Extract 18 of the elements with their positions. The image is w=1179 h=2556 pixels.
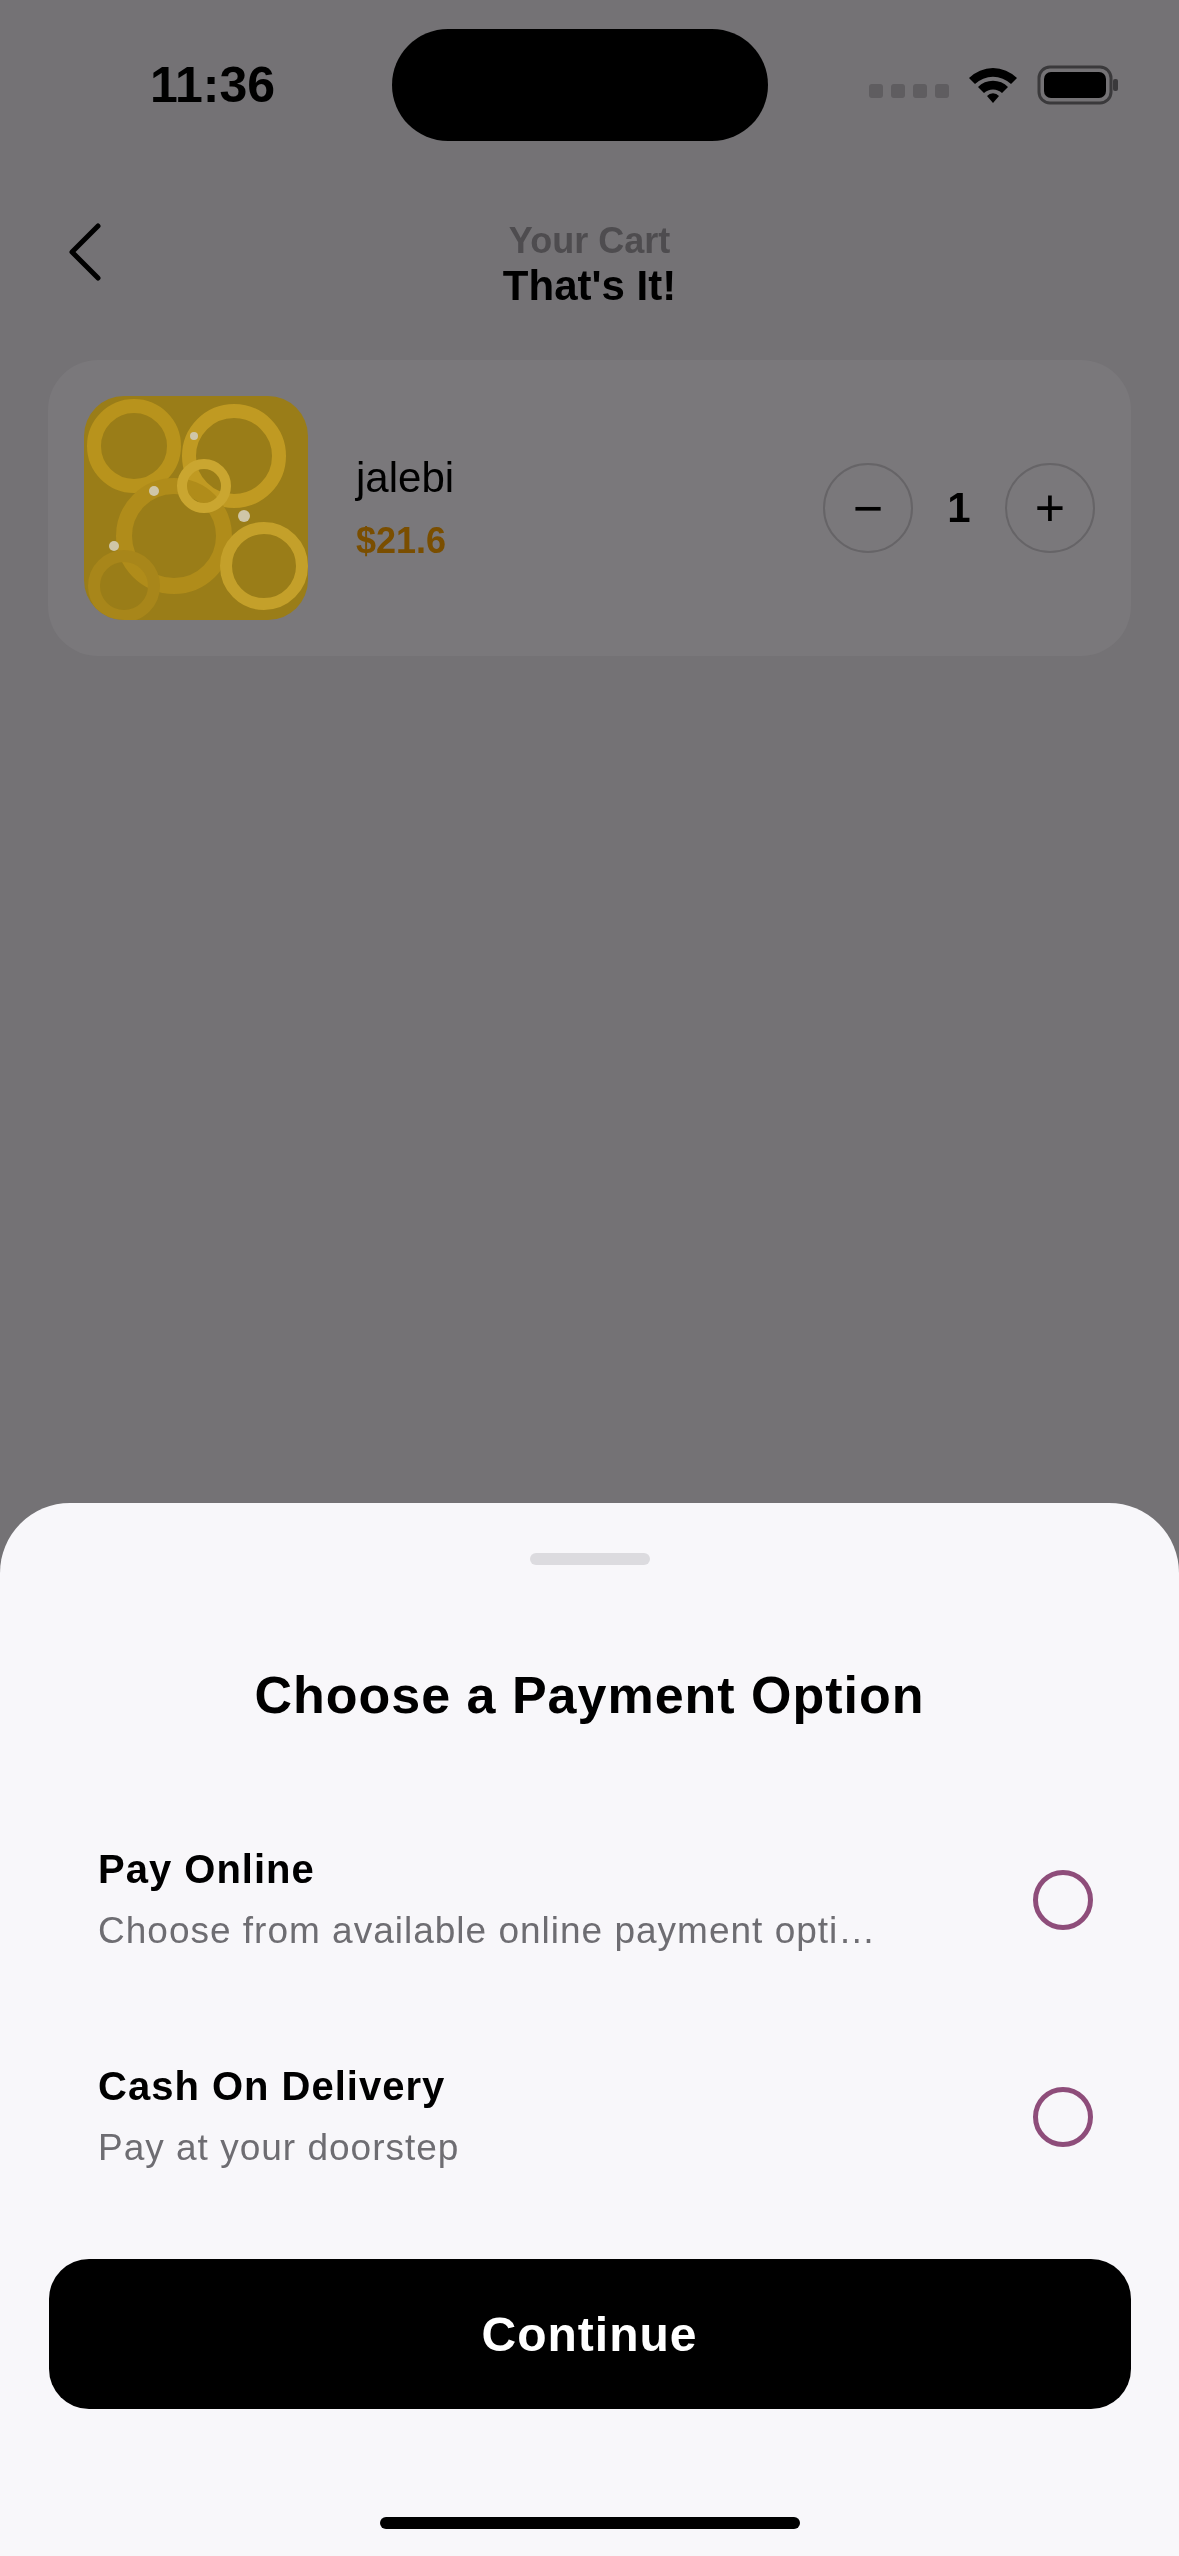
decrease-button[interactable]: − (823, 463, 913, 553)
increase-button[interactable]: + (1005, 463, 1095, 553)
battery-icon (1037, 65, 1119, 105)
option-description: Pay at your doorstep (98, 2127, 460, 2169)
quantity-value: 1 (946, 484, 972, 532)
item-price: $21.6 (356, 520, 448, 562)
wifi-icon (967, 65, 1019, 105)
continue-button[interactable]: Continue (48, 2259, 1131, 2409)
drag-handle[interactable] (529, 1553, 650, 1565)
item-name: jalebi (356, 454, 456, 502)
header-title: That's It! (502, 262, 677, 310)
radio-button[interactable] (1033, 2086, 1093, 2147)
sheet-title: Choose a Payment Option (254, 1665, 925, 1725)
option-title: Pay Online (98, 1847, 316, 1892)
radio-button[interactable] (1033, 1869, 1093, 1930)
option-description: Choose from available online payment opti… (98, 1910, 877, 1952)
option-title: Cash On Delivery (98, 2064, 447, 2109)
status-time: 11:36 (150, 56, 277, 114)
